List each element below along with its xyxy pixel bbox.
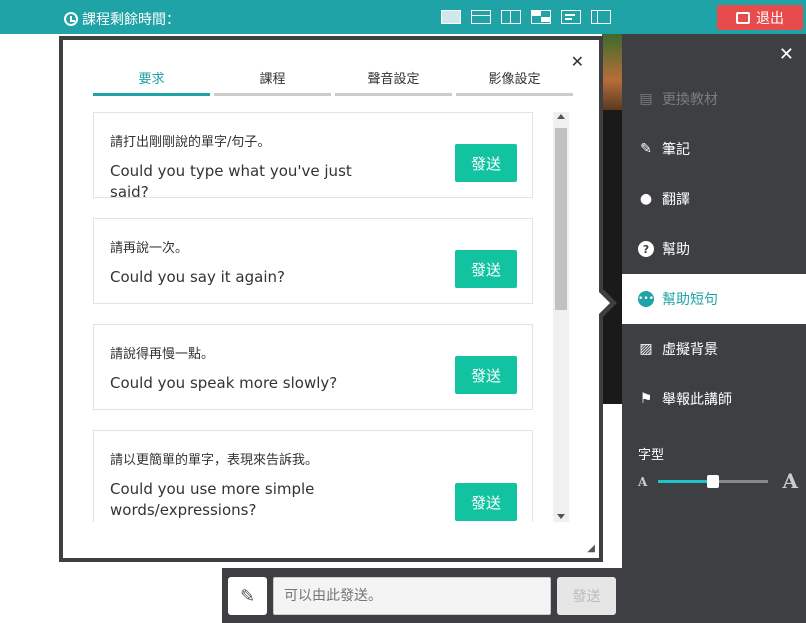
phrase-chinese: 請打出剛剛說的單字/句子。	[110, 135, 271, 150]
paperclip-icon: ✎	[239, 585, 256, 607]
exit-label: 退出	[756, 10, 784, 27]
phrase-english: Could you type what you've just said?	[110, 162, 352, 201]
book-icon: ▤	[639, 91, 653, 107]
layout-grid-icon[interactable]	[531, 10, 551, 24]
menu-label: 虛擬背景	[662, 342, 718, 358]
layout-switcher	[441, 10, 611, 24]
menu-label: 幫助	[662, 242, 690, 258]
menu-label: 幫助短句	[662, 292, 718, 308]
resize-handle-icon[interactable]: ◢	[587, 543, 595, 554]
menu-label: 筆記	[662, 142, 690, 158]
top-bar: 課程剩餘時間： 退出	[0, 0, 806, 34]
menu-label: 舉報此講師	[662, 392, 732, 408]
scrollbar-thumb[interactable]	[555, 128, 567, 310]
layout-split-icon[interactable]	[501, 10, 521, 24]
exit-icon	[736, 11, 750, 24]
layout-top-bar-icon[interactable]	[471, 10, 491, 24]
font-size-label: 字型	[638, 448, 665, 463]
send-phrase-button[interactable]: 發送	[455, 144, 517, 182]
layout-text-icon[interactable]	[561, 10, 581, 24]
send-phrase-button[interactable]: 發送	[455, 483, 517, 521]
tab-audio-settings[interactable]: 聲音設定	[335, 68, 452, 96]
remaining-time: 課程剩餘時間：	[64, 9, 180, 29]
layout-single-icon[interactable]	[441, 10, 461, 24]
small-font-icon: A	[638, 475, 648, 489]
dialog-pointer-inner	[598, 291, 610, 315]
list-item: 請再說一次。 Could you say it again? 發送	[93, 218, 533, 304]
remaining-time-label: 課程剩餘時間：	[82, 12, 180, 28]
menu-item-help-phrases[interactable]: ••• 幫助短句	[622, 274, 806, 324]
large-font-icon: A	[782, 469, 798, 493]
menu-item-help[interactable]: ? 幫助	[622, 224, 806, 274]
close-icon[interactable]: ✕	[779, 44, 794, 65]
chat-bar: ✎ 發送	[222, 568, 622, 623]
video-thumbnail	[602, 34, 622, 110]
phrase-chinese: 請說得再慢一點。	[110, 347, 215, 362]
edit-icon: ✎	[640, 141, 652, 157]
slider-thumb[interactable]	[707, 475, 719, 488]
phrase-english: Could you say it again?	[110, 268, 285, 286]
chat-bubble-icon: •••	[638, 291, 654, 307]
tab-lesson[interactable]: 課程	[214, 68, 331, 96]
send-phrase-button[interactable]: 發送	[455, 250, 517, 288]
slider-track[interactable]	[658, 475, 768, 488]
scroll-down-icon[interactable]	[557, 514, 565, 519]
menu-label: 更換教材	[662, 92, 718, 108]
phrase-chinese: 請以更簡單的單字，表現來告訴我。	[110, 453, 319, 468]
phrase-english: Could you use more simple words/expressi…	[110, 480, 315, 519]
attach-file-button[interactable]: ✎	[228, 577, 267, 615]
tab-video-settings[interactable]: 影像設定	[456, 68, 573, 96]
exit-button[interactable]: 退出	[717, 5, 803, 30]
image-icon: ▨	[639, 341, 653, 357]
flag-icon: ⚑	[639, 391, 653, 407]
globe-icon: ●	[639, 191, 653, 207]
menu-item-notes[interactable]: ✎ 筆記	[622, 124, 806, 174]
right-panel: ✕ ▤ 更換教材 ✎ 筆記 ● 翻譯 ? 幫助 ••• 幫助短句 ▨ 虛擬背景 …	[622, 34, 806, 623]
list-item: 請打出剛剛說的單字/句子。 Could you type what you've…	[93, 112, 533, 201]
send-phrase-button[interactable]: 發送	[455, 356, 517, 394]
question-icon: ?	[638, 241, 654, 257]
phrase-list: 請打出剛剛說的單字/句子。 Could you type what you've…	[93, 112, 533, 522]
font-size-slider[interactable]: A A	[638, 469, 798, 493]
clock-icon	[64, 12, 78, 26]
phrase-english: Could you speak more slowly?	[110, 374, 338, 392]
tab-requests[interactable]: 要求	[93, 68, 210, 96]
menu-item-report-tutor[interactable]: ⚑ 舉報此講師	[622, 374, 806, 424]
chat-input[interactable]	[273, 577, 551, 615]
dialog-tabs: 要求 課程 聲音設定 影像設定	[93, 68, 573, 96]
menu-item-translate[interactable]: ● 翻譯	[622, 174, 806, 224]
phrase-chinese: 請再說一次。	[110, 241, 189, 256]
menu-label: 翻譯	[662, 192, 690, 208]
slider-fill	[658, 480, 713, 483]
scroll-up-icon[interactable]	[557, 114, 565, 119]
layout-side-icon[interactable]	[591, 10, 611, 24]
list-item: 請以更簡單的單字，表現來告訴我。 Could you use more simp…	[93, 430, 533, 522]
chat-send-button[interactable]: 發送	[557, 577, 616, 615]
phrase-list-scrollbar[interactable]	[553, 112, 569, 522]
menu-item-virtual-background[interactable]: ▨ 虛擬背景	[622, 324, 806, 374]
list-item: 請說得再慢一點。 Could you speak more slowly? 發送	[93, 324, 533, 410]
help-phrases-dialog: ✕ 要求 課程 聲音設定 影像設定 請打出剛剛說的單字/句子。 Could yo…	[59, 36, 603, 562]
menu-item-change-material[interactable]: ▤ 更換教材	[622, 74, 806, 124]
